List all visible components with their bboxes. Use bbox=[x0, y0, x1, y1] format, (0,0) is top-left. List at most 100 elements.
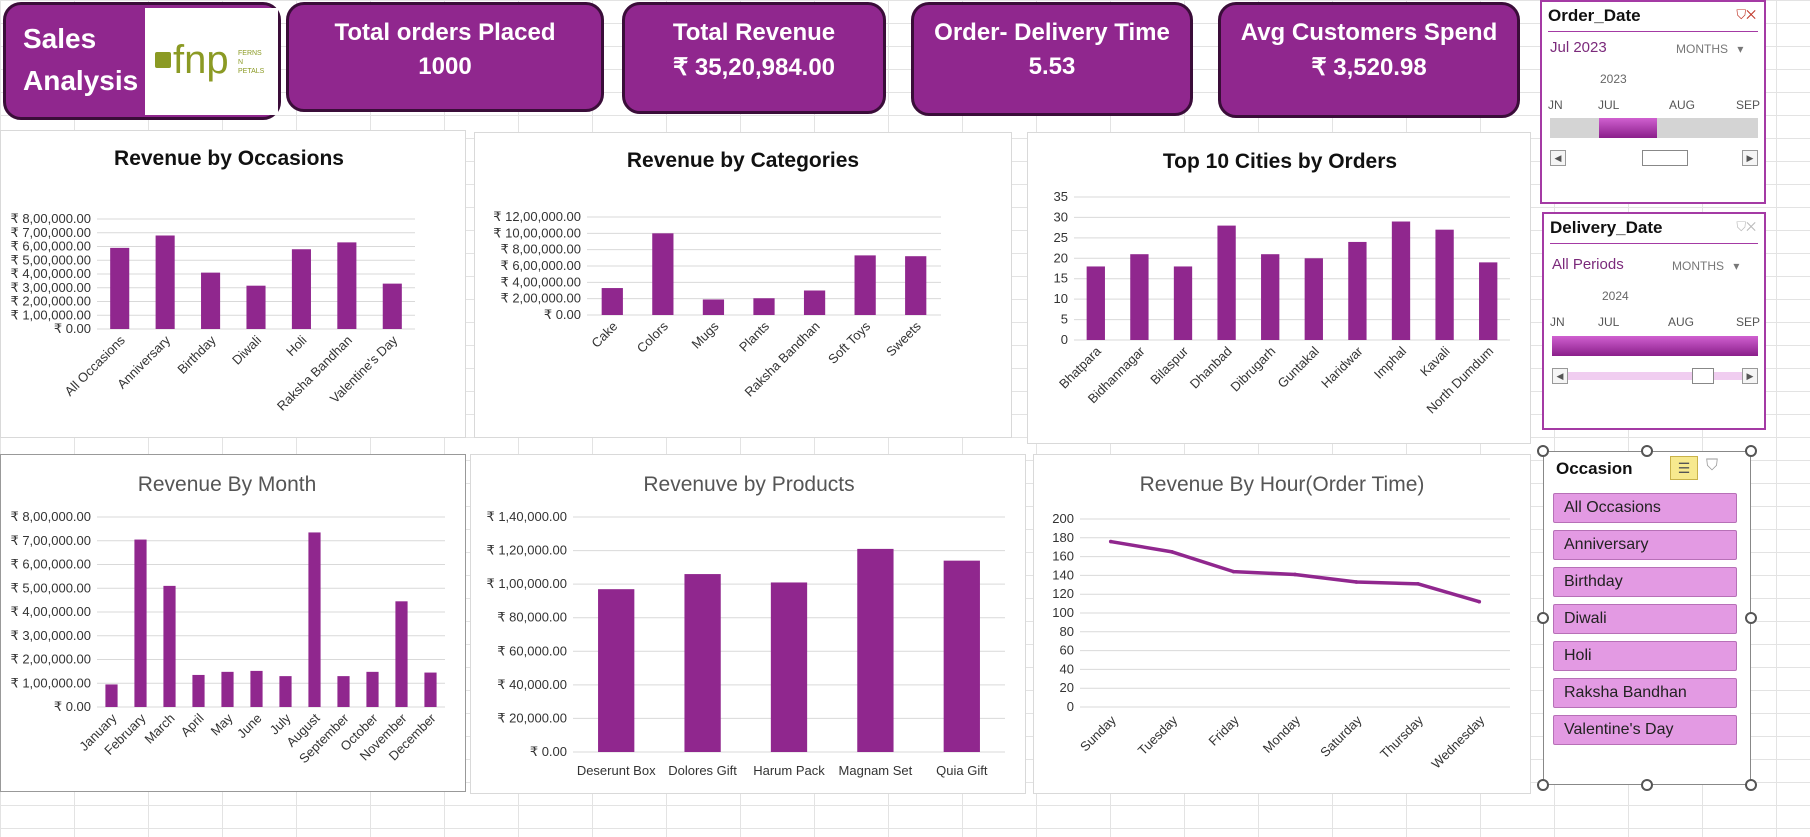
occasion-item[interactable]: Raksha Bandhan bbox=[1553, 678, 1737, 708]
occasion-item[interactable]: Valentine's Day bbox=[1553, 715, 1737, 745]
bar[interactable] bbox=[246, 285, 266, 329]
scroll-left-icon[interactable]: ◀ bbox=[1550, 150, 1566, 166]
resize-handle[interactable] bbox=[1641, 445, 1653, 457]
occasion-item[interactable]: Birthday bbox=[1553, 567, 1737, 597]
data-point[interactable] bbox=[1477, 599, 1482, 604]
bar[interactable] bbox=[192, 674, 205, 707]
bar[interactable] bbox=[1217, 225, 1236, 340]
bar[interactable] bbox=[1348, 241, 1367, 340]
occasion-item[interactable]: Diwali bbox=[1553, 604, 1737, 634]
occasion-item[interactable]: Anniversary bbox=[1553, 530, 1737, 560]
scroll-right-icon[interactable]: ▶ bbox=[1742, 368, 1758, 384]
bar[interactable] bbox=[110, 247, 130, 329]
data-point[interactable] bbox=[1354, 580, 1359, 584]
bar[interactable] bbox=[395, 601, 408, 707]
kpi-value: ₹ 35,20,984.00 bbox=[672, 54, 836, 81]
data-point[interactable] bbox=[1108, 539, 1113, 544]
data-point[interactable] bbox=[1231, 569, 1236, 574]
bar[interactable] bbox=[1261, 254, 1280, 340]
chart-revenue-hour[interactable]: Revenue By Hour(Order Time) 0 20 40 60 80 100 1… bbox=[1033, 454, 1531, 794]
bar[interactable] bbox=[1435, 229, 1454, 340]
bar[interactable] bbox=[382, 283, 402, 329]
chart-revenue-products[interactable]: Revenuve by Products ₹ 0.00 ₹ 20,000.00 ₹ 4… bbox=[470, 454, 1026, 794]
x-tick-label: Bilaspur bbox=[1147, 343, 1191, 387]
bar[interactable] bbox=[337, 242, 357, 329]
data-point[interactable] bbox=[1170, 550, 1174, 554]
bar[interactable] bbox=[134, 539, 147, 707]
bar[interactable] bbox=[163, 585, 176, 707]
timeline-selection[interactable] bbox=[1552, 336, 1758, 356]
bar[interactable] bbox=[291, 249, 311, 329]
bar[interactable] bbox=[1391, 221, 1411, 340]
data-point[interactable] bbox=[1416, 582, 1420, 586]
order-date-timeline[interactable]: Order_Date ⛉✕ Jul 2023 MONTHS ▾ 2023 JN … bbox=[1540, 0, 1766, 204]
resize-handle[interactable] bbox=[1537, 612, 1549, 624]
multi-select-icon[interactable]: ☰ bbox=[1670, 456, 1698, 480]
resize-handle[interactable] bbox=[1745, 445, 1757, 457]
scroll-thumb[interactable] bbox=[1642, 150, 1688, 166]
resize-handle[interactable] bbox=[1745, 612, 1757, 624]
bar[interactable] bbox=[424, 672, 437, 707]
bar[interactable] bbox=[1086, 266, 1105, 340]
bar[interactable] bbox=[943, 560, 980, 752]
timeline-track[interactable] bbox=[1552, 336, 1758, 356]
chart-revenue-occasions[interactable]: Revenue by Occasions ₹ 0.00 ₹ 1,00,000.00 ₹… bbox=[0, 130, 466, 438]
bar[interactable] bbox=[201, 272, 221, 329]
bar[interactable] bbox=[770, 582, 808, 752]
bar[interactable] bbox=[598, 589, 635, 752]
bar[interactable] bbox=[854, 255, 876, 315]
resize-handle[interactable] bbox=[1745, 779, 1757, 791]
bar[interactable] bbox=[803, 290, 826, 316]
data-point[interactable] bbox=[1293, 572, 1297, 577]
bar[interactable] bbox=[905, 256, 927, 315]
timeline-scrollbar[interactable]: ◀ ▶ bbox=[1552, 368, 1758, 384]
bar[interactable] bbox=[366, 671, 379, 707]
chart-revenue-categories[interactable]: Revenue by Categories ₹ 0.00 ₹ 2,00,000.00… bbox=[474, 132, 1012, 438]
bar[interactable] bbox=[601, 288, 623, 315]
resize-handle[interactable] bbox=[1537, 445, 1549, 457]
time-level-dropdown[interactable]: MONTHS ▾ bbox=[1672, 259, 1739, 273]
bar[interactable] bbox=[250, 670, 263, 707]
bar[interactable] bbox=[753, 298, 775, 315]
occasion-item[interactable]: Holi bbox=[1553, 641, 1737, 671]
bar[interactable] bbox=[337, 676, 350, 707]
timeline-track[interactable] bbox=[1550, 118, 1758, 138]
scroll-left-icon[interactable]: ◀ bbox=[1552, 368, 1568, 384]
clear-filter-icon[interactable]: ⛉✕ bbox=[1736, 7, 1756, 23]
y-tick-label: ₹ 1,00,000.00 bbox=[10, 675, 91, 690]
timeline-selection[interactable] bbox=[1599, 118, 1658, 138]
chart-revenue-month[interactable]: Revenue By Month ₹ 0.00 ₹ 1,00,000.00 ₹ 2,0… bbox=[0, 454, 466, 792]
time-level-dropdown[interactable]: MONTHS ▾ bbox=[1676, 42, 1743, 56]
bar[interactable] bbox=[279, 676, 292, 707]
bar[interactable] bbox=[221, 671, 234, 707]
delivery-date-timeline[interactable]: Delivery_Date ⛉✕ All Periods MONTHS ▾ 20… bbox=[1542, 212, 1766, 430]
chart-title: Revenue by Categories bbox=[627, 149, 859, 172]
bar[interactable] bbox=[105, 684, 118, 707]
clear-filter-icon[interactable]: ⛉✕ bbox=[1736, 219, 1756, 235]
y-tick-label: ₹ 5,00,000.00 bbox=[10, 580, 91, 595]
bar[interactable] bbox=[684, 574, 721, 752]
y-tick-label: 0 bbox=[1067, 699, 1074, 714]
kpi-delivery-time: Order- Delivery Time 5.53 bbox=[911, 2, 1193, 116]
y-tick-label: 200 bbox=[1052, 511, 1074, 526]
bar[interactable] bbox=[1304, 258, 1323, 340]
timeline-scrollbar[interactable]: ◀ ▶ bbox=[1550, 150, 1758, 166]
slicer-title: Occasion bbox=[1556, 459, 1633, 478]
bar[interactable] bbox=[155, 235, 175, 330]
bar[interactable] bbox=[702, 299, 725, 315]
occasion-slicer[interactable]: Occasion ☰ ⛉ All Occasions Anniversary B… bbox=[1543, 451, 1751, 785]
scroll-thumb[interactable] bbox=[1692, 368, 1714, 384]
bar[interactable] bbox=[652, 233, 674, 315]
occasion-item[interactable]: All Occasions bbox=[1553, 493, 1737, 523]
bar[interactable] bbox=[1479, 262, 1498, 340]
series-line[interactable] bbox=[1110, 539, 1480, 604]
bar[interactable] bbox=[308, 532, 321, 707]
resize-handle[interactable] bbox=[1641, 779, 1653, 791]
chart-top-cities[interactable]: Top 10 Cities by Orders 0 5 10 15 20 25 30 35 Bha… bbox=[1027, 132, 1531, 444]
bar[interactable] bbox=[1130, 254, 1149, 340]
scroll-right-icon[interactable]: ▶ bbox=[1742, 150, 1758, 166]
bar[interactable] bbox=[1173, 266, 1193, 340]
clear-filter-icon[interactable]: ⛉ bbox=[1706, 457, 1718, 475]
bar[interactable] bbox=[857, 548, 894, 752]
resize-handle[interactable] bbox=[1537, 779, 1549, 791]
